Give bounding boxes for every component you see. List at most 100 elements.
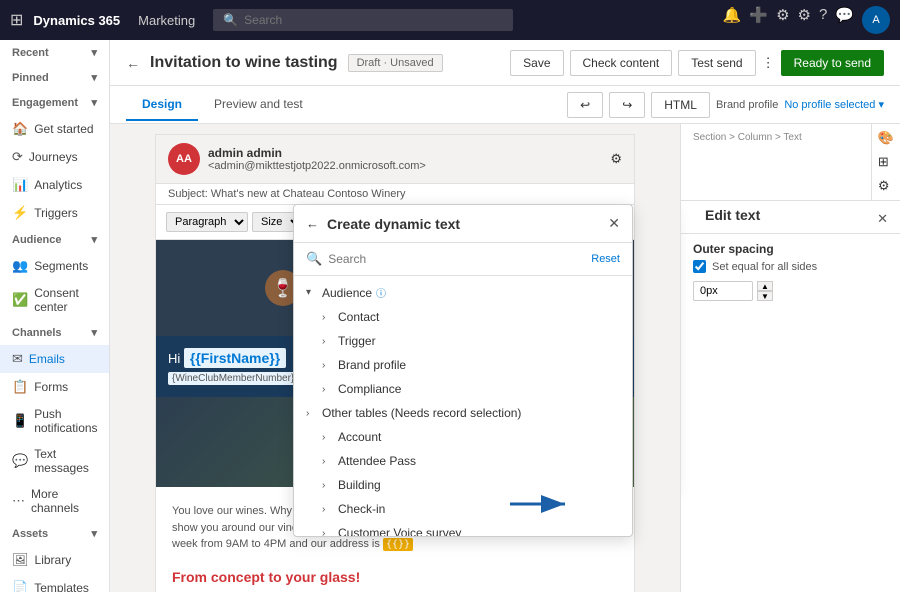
main-area: ← Invitation to wine tasting Draft · Uns… — [110, 40, 900, 592]
tab-bar: Design Preview and test ↩ ↪ HTML Brand p… — [110, 86, 900, 124]
spinner-buttons: ▲ ▼ — [757, 281, 773, 301]
dynamic-tree: ▾ Audience ⓘ › Contact › Trigger — [294, 276, 632, 536]
tree-checkin-item[interactable]: › Check-in — [294, 497, 632, 521]
consent-icon: ✅ — [12, 292, 28, 308]
set-equal-checkbox[interactable] — [693, 260, 706, 273]
close-panel-icon[interactable]: ✕ — [877, 211, 888, 227]
outer-spacing-label: Outer spacing — [693, 242, 888, 256]
test-send-button[interactable]: Test send — [678, 50, 755, 76]
member-tag[interactable]: {WineClubMemberNumber} — [168, 372, 298, 385]
sidebar-item-library[interactable]: 🖼 Library — [0, 546, 109, 574]
checkbox-row: Set equal for all sides — [693, 260, 888, 273]
push-icon: 📱 — [12, 413, 28, 429]
dynamic-panel-header: ← Create dynamic text ✕ — [294, 205, 632, 243]
sidebar: Recent ▾ Pinned ▾ Engagement ▾ 🏠 Get sta… — [0, 40, 110, 592]
top-navigation: ⊞ Dynamics 365 Marketing 🔍 🔔 ➕ ⚙ ⚙ ? 💬 A — [0, 0, 900, 40]
sidebar-group-engagement[interactable]: Engagement ▾ — [0, 90, 109, 115]
close-icon[interactable]: ✕ — [608, 215, 620, 232]
tree-brand-profile-item[interactable]: › Brand profile — [294, 353, 632, 377]
tree-survey-item[interactable]: › Customer Voice survey — [294, 521, 632, 536]
sidebar-group-pinned[interactable]: Pinned ▾ — [0, 65, 109, 90]
content-header: ← Invitation to wine tasting Draft · Uns… — [110, 40, 900, 86]
app-body: Recent ▾ Pinned ▾ Engagement ▾ 🏠 Get sta… — [0, 40, 900, 592]
sidebar-item-analytics[interactable]: 📊 Analytics — [0, 171, 109, 199]
templates-icon: 📄 — [12, 580, 28, 592]
filter-icon[interactable]: ⚙ — [776, 6, 789, 34]
back-arrow-icon[interactable]: ← — [306, 216, 319, 231]
home-icon: 🏠 — [12, 121, 28, 137]
ready-to-send-button[interactable]: Ready to send — [781, 50, 884, 76]
tree-attendee-item[interactable]: › Attendee Pass — [294, 449, 632, 473]
code-tag: {{}} — [383, 538, 413, 551]
sidebar-item-forms[interactable]: 📋 Forms — [0, 373, 109, 401]
sidebar-item-emails[interactable]: ✉ Emails — [0, 345, 109, 373]
gear-icon[interactable]: ⚙ — [610, 151, 622, 167]
sidebar-item-templates[interactable]: 📄 Templates — [0, 574, 109, 592]
spacing-input[interactable] — [693, 281, 753, 301]
sidebar-group-recent[interactable]: Recent ▾ — [0, 40, 109, 65]
firstname-tag[interactable]: {{FirstName}} — [184, 348, 286, 368]
paragraph-select[interactable]: Paragraph — [166, 212, 248, 232]
trigger-icon: ⚡ — [12, 205, 28, 221]
tree-account-item[interactable]: › Account — [294, 425, 632, 449]
tab-preview[interactable]: Preview and test — [198, 89, 319, 121]
page-title: Invitation to wine tasting — [150, 54, 338, 72]
bell-icon[interactable]: 🔔 — [723, 6, 742, 34]
chat-icon[interactable]: 💬 — [835, 6, 854, 34]
tree-trigger-item[interactable]: › Trigger — [294, 329, 632, 353]
journey-icon: ⟳ — [12, 149, 23, 165]
reset-button[interactable]: Reset — [591, 253, 620, 265]
sidebar-item-journeys[interactable]: ⟳ Journeys — [0, 143, 109, 171]
sidebar-item-triggers[interactable]: ⚡ Triggers — [0, 199, 109, 227]
tab-design[interactable]: Design — [126, 89, 198, 121]
back-button[interactable]: ← — [126, 55, 140, 71]
right-side-icons: 🎨 ⊞ ⚙ — [871, 124, 900, 200]
sidebar-item-text[interactable]: 💬 Text messages — [0, 441, 109, 481]
sidebar-item-more-channels[interactable]: ⋯ More channels — [0, 481, 109, 521]
tree-compliance-item[interactable]: › Compliance — [294, 377, 632, 401]
sidebar-item-push[interactable]: 📱 Push notifications — [0, 401, 109, 441]
plus-icon[interactable]: ➕ — [749, 6, 768, 34]
palette-icon[interactable]: 🎨 — [876, 128, 896, 148]
email-canvas: AA admin admin <admin@mikttestjotp2022.o… — [110, 124, 680, 592]
right-panel-title: Edit text — [693, 207, 772, 231]
no-profile-selected[interactable]: No profile selected ▾ — [784, 98, 884, 111]
sidebar-item-get-started[interactable]: 🏠 Get started — [0, 115, 109, 143]
sender-email: <admin@mikttestjotp2022.onmicrosoft.com> — [208, 160, 602, 172]
sidebar-item-consent[interactable]: ✅ Consent center — [0, 280, 109, 320]
sidebar-item-segments[interactable]: 👥 Segments — [0, 252, 109, 280]
sidebar-group-assets[interactable]: Assets ▾ — [0, 521, 109, 546]
set-equal-label: Set equal for all sides — [712, 261, 817, 273]
settings2-icon[interactable]: ⚙ — [876, 176, 896, 196]
right-panel-content: Section > Column > Text — [681, 124, 871, 200]
search-input[interactable] — [244, 13, 503, 27]
draft-badge: Draft · Unsaved — [348, 54, 443, 72]
concept-title: From concept to your glass! — [172, 569, 618, 585]
right-panel-toolbar: Section > Column > Text 🎨 ⊞ ⚙ — [681, 124, 900, 201]
tree-audience-header[interactable]: ▾ Audience ⓘ — [294, 280, 632, 305]
undo-button[interactable]: ↩ — [567, 92, 603, 118]
redo-button[interactable]: ↪ — [609, 92, 645, 118]
decrement-button[interactable]: ▼ — [757, 291, 773, 301]
more-options-icon[interactable]: ⋮ — [762, 55, 775, 71]
increment-button[interactable]: ▲ — [757, 281, 773, 291]
arrow-indicator — [510, 484, 570, 524]
tree-contact-item[interactable]: › Contact — [294, 305, 632, 329]
sidebar-group-channels[interactable]: Channels ▾ — [0, 320, 109, 345]
dynamic-search-input[interactable] — [328, 252, 585, 266]
save-button[interactable]: Save — [510, 50, 563, 76]
dynamic-search-bar: 🔍 Reset — [294, 243, 632, 276]
grid-icon[interactable]: ⊞ — [10, 10, 23, 30]
avatar[interactable]: A — [862, 6, 890, 34]
tree-building-item[interactable]: › Building — [294, 473, 632, 497]
check-content-button[interactable]: Check content — [570, 50, 673, 76]
settings-icon[interactable]: ⚙ — [798, 6, 811, 34]
spacing-input-row: ▲ ▼ — [693, 281, 888, 301]
help-icon[interactable]: ? — [819, 6, 827, 34]
sidebar-group-audience[interactable]: Audience ▾ — [0, 227, 109, 252]
search-bar[interactable]: 🔍 — [213, 9, 513, 31]
breadcrumb: Section > Column > Text — [693, 132, 859, 143]
layers-icon[interactable]: ⊞ — [876, 152, 896, 172]
tree-other-tables-header[interactable]: › Other tables (Needs record selection) — [294, 401, 632, 425]
html-button[interactable]: HTML — [651, 92, 710, 118]
